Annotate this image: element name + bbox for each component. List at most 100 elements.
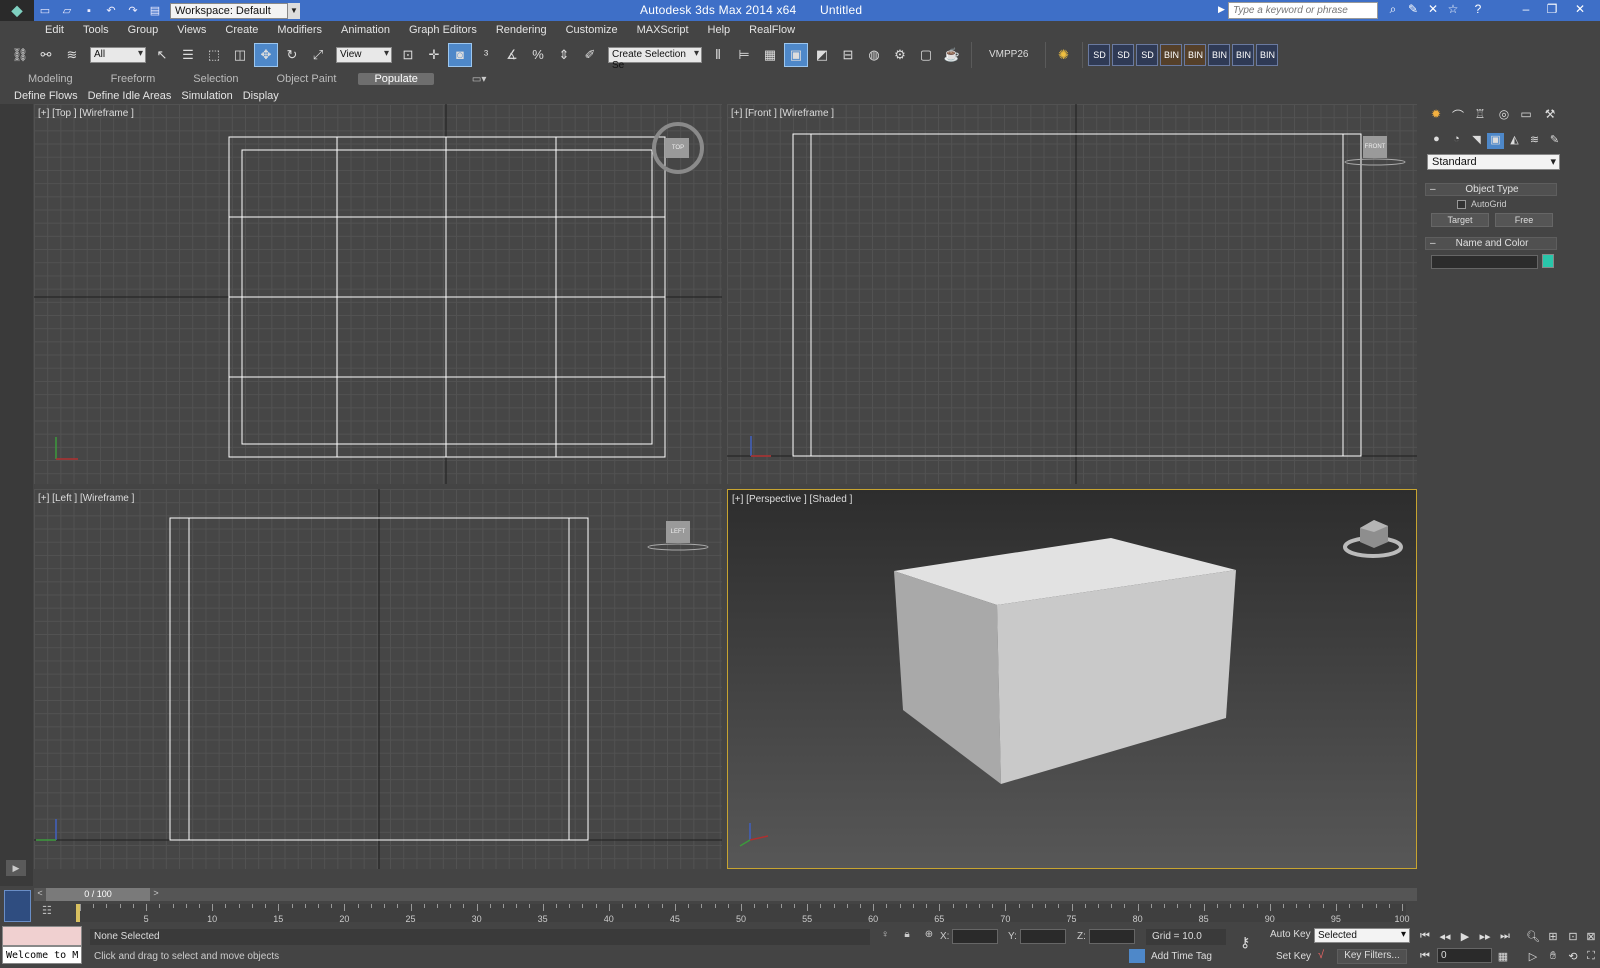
menu-customize[interactable]: Customize: [566, 24, 618, 36]
subscription-icon[interactable]: ✎: [1405, 2, 1421, 18]
tab-object-paint[interactable]: Object Paint: [277, 73, 337, 85]
spinner-snap-icon[interactable]: ⇕: [552, 43, 576, 67]
link-icon[interactable]: ⛓: [8, 43, 32, 67]
schematic-view-icon[interactable]: ⊟: [836, 43, 860, 67]
zoom-extents-icon[interactable]: ⊡: [1565, 930, 1581, 944]
y-coord-field[interactable]: [1020, 929, 1066, 944]
viewport-perspective[interactable]: [+] [Perspective ] [Shaded ]: [727, 489, 1417, 869]
absolute-mode-transform-icon[interactable]: ⊕: [922, 929, 936, 943]
render-setup-icon[interactable]: ⚙: [888, 43, 912, 67]
category-dropdown[interactable]: Standard: [1427, 154, 1560, 170]
realflow-mesh-bin-icon[interactable]: BIN: [1208, 43, 1231, 66]
play-icon[interactable]: ▶: [1457, 930, 1473, 944]
menu-edit[interactable]: Edit: [45, 24, 64, 36]
key-mode-dropdown[interactable]: Selected: [1314, 928, 1410, 943]
x-coord-field[interactable]: [952, 929, 998, 944]
app-logo-icon[interactable]: ◆: [0, 0, 34, 21]
tab-populate[interactable]: Populate: [358, 73, 434, 85]
mirror-icon[interactable]: ⫴: [706, 43, 730, 67]
tab-modeling[interactable]: Modeling: [28, 73, 73, 85]
minimize-icon[interactable]: –: [1514, 0, 1538, 18]
viewport-layout-tab[interactable]: [4, 890, 31, 922]
named-selection-set-select[interactable]: Create Selection Se: [608, 46, 702, 71]
unlink-icon[interactable]: ⚯: [34, 43, 58, 67]
go-to-start-icon[interactable]: ⏮: [1417, 930, 1433, 944]
selection-filter-select[interactable]: All: [90, 46, 146, 63]
motion-tab-icon[interactable]: ◎: [1494, 107, 1514, 125]
viewport-top[interactable]: [+] [Top ] [Wireframe ] TOP: [34, 104, 722, 484]
geometry-icon[interactable]: ●: [1428, 133, 1445, 149]
realflow-bin-export-icon[interactable]: BIN: [1184, 43, 1207, 66]
edit-named-selection-icon[interactable]: ✐: [578, 43, 602, 67]
maxscript-mini-listener[interactable]: Welcome to M: [2, 946, 82, 964]
realflow-sd-import-icon[interactable]: SD: [1088, 43, 1111, 66]
viewport-label-top[interactable]: [+] [Top ] [Wireframe ]: [38, 108, 134, 119]
ribbon-minimize-icon[interactable]: ▭▾: [472, 74, 486, 85]
align-icon[interactable]: ⊨: [732, 43, 756, 67]
keyboard-shortcut-override-icon[interactable]: ◙: [448, 42, 472, 67]
mini-curve-editor-icon[interactable]: ☷: [42, 904, 58, 918]
simulation-button[interactable]: Simulation: [181, 90, 232, 102]
menu-views[interactable]: Views: [177, 24, 206, 36]
cameras-icon[interactable]: ▣: [1487, 133, 1504, 149]
time-tag-icon[interactable]: [1129, 949, 1145, 963]
communication-icon[interactable]: ✕: [1425, 2, 1441, 18]
target-camera-button[interactable]: Target: [1431, 213, 1489, 227]
menu-graph-editors[interactable]: Graph Editors: [409, 24, 477, 36]
search-expand-icon[interactable]: ▶: [1218, 4, 1225, 15]
create-tab-icon[interactable]: ✹: [1426, 107, 1446, 125]
object-color-swatch[interactable]: [1542, 254, 1554, 268]
curve-editor-icon[interactable]: ◩: [810, 43, 834, 67]
reference-coordinate-select[interactable]: View: [336, 46, 392, 63]
display-tab-icon[interactable]: ▭: [1516, 107, 1536, 125]
viewport-label-left[interactable]: [+] [Left ] [Wireframe ]: [38, 493, 134, 504]
viewcube-front[interactable]: FRONT: [1363, 144, 1387, 150]
menu-animation[interactable]: Animation: [341, 24, 390, 36]
track-bar[interactable]: 5 10 15 20 25 30 35 40 45 50 55 60 65 70 75 80 85 90 95 100: [76, 904, 1410, 924]
redo-icon[interactable]: ↷: [125, 4, 141, 18]
key-tangent-icon[interactable]: √: [1318, 949, 1324, 961]
object-name-field[interactable]: [1431, 255, 1538, 269]
menu-modifiers[interactable]: Modifiers: [277, 24, 322, 36]
rectangular-selection-icon[interactable]: ⬚: [202, 43, 226, 67]
realflow-particle-bin-icon[interactable]: BIN: [1232, 43, 1255, 66]
expand-play-icon[interactable]: ▶: [6, 860, 26, 876]
search-input[interactable]: Type a keyword or phrase: [1228, 2, 1378, 19]
key-mode-toggle-icon[interactable]: ⏮: [1417, 950, 1433, 964]
menu-tools[interactable]: Tools: [83, 24, 109, 36]
tab-freeform[interactable]: Freeform: [111, 73, 156, 85]
select-and-rotate-icon[interactable]: ↻: [280, 43, 304, 67]
zoom-icon[interactable]: 🔍︎: [1525, 930, 1541, 944]
define-idle-areas-button[interactable]: Define Idle Areas: [88, 90, 172, 102]
utilities-tab-icon[interactable]: ⚒: [1540, 107, 1560, 125]
rendered-frame-window-icon[interactable]: ▢: [914, 43, 938, 67]
define-flows-button[interactable]: Define Flows: [14, 90, 78, 102]
maximize-viewport-icon[interactable]: ⛶: [1583, 950, 1599, 964]
maximize-icon[interactable]: ❐: [1540, 0, 1564, 18]
select-by-name-icon[interactable]: ☰: [176, 43, 200, 67]
previous-frame-icon[interactable]: ◂◂: [1437, 930, 1453, 944]
key-filters-button[interactable]: Key Filters...: [1337, 949, 1407, 964]
menu-rendering[interactable]: Rendering: [496, 24, 547, 36]
display-button[interactable]: Display: [243, 90, 279, 102]
project-folder-icon[interactable]: ▤: [147, 4, 163, 18]
menu-realflow[interactable]: RealFlow: [749, 24, 795, 36]
window-crossing-icon[interactable]: ◫: [228, 43, 252, 67]
orbit-icon[interactable]: ⟲: [1565, 950, 1581, 964]
lights-icon[interactable]: ◥: [1468, 133, 1485, 149]
render-production-icon[interactable]: ☕: [940, 43, 964, 67]
modify-tab-icon[interactable]: ⌒: [1448, 107, 1468, 125]
pivot-center-icon[interactable]: ⊡: [396, 43, 420, 67]
quick-access-dropdown-icon[interactable]: ▼: [288, 2, 300, 19]
z-coord-field[interactable]: [1089, 929, 1135, 944]
realflow-sd-export-icon[interactable]: SD: [1112, 43, 1135, 66]
set-key-button[interactable]: Set Key: [1276, 951, 1311, 962]
layer-explorer-icon[interactable]: ▦: [758, 43, 782, 67]
time-configuration-icon[interactable]: ▦: [1495, 950, 1511, 964]
menu-create[interactable]: Create: [225, 24, 258, 36]
material-editor-icon[interactable]: ◍: [862, 43, 886, 67]
tab-selection[interactable]: Selection: [193, 73, 238, 85]
graphite-ribbon-icon[interactable]: ▣: [784, 42, 808, 67]
percent-snap-icon[interactable]: %: [526, 43, 550, 67]
angle-snap-icon[interactable]: ∡: [500, 43, 524, 67]
